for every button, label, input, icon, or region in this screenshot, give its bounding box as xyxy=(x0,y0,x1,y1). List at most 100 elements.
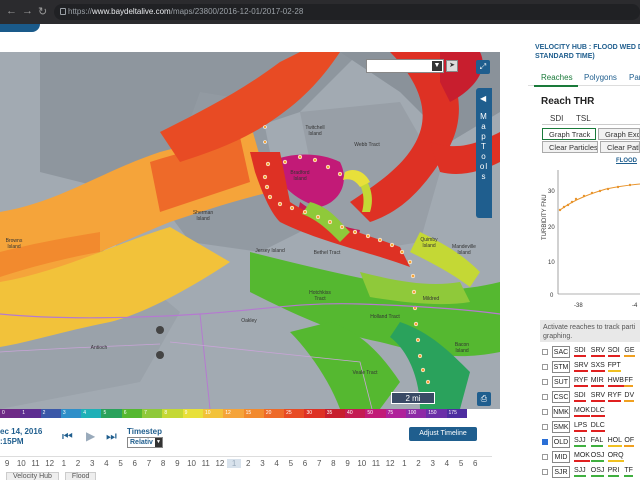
reach-sub-station[interactable]: MOK xyxy=(574,407,590,417)
forward-icon[interactable]: → xyxy=(22,5,33,17)
reach-sub-station[interactable]: DV xyxy=(624,392,635,402)
reach-code[interactable]: SMK xyxy=(552,421,570,433)
play-icon[interactable]: ▶ xyxy=(86,429,95,443)
reach-checkbox[interactable] xyxy=(542,439,548,445)
reach-checkbox[interactable] xyxy=(542,349,548,355)
reach-code[interactable]: OLD xyxy=(552,436,570,448)
timeline-tick[interactable]: 1 xyxy=(227,459,242,468)
reach-sub-station[interactable]: FPT xyxy=(607,362,621,372)
skip-back-icon[interactable]: ⏮ xyxy=(62,429,73,444)
map-select-go-button[interactable]: ➤ xyxy=(446,60,458,72)
timeline-tick[interactable]: 6 xyxy=(468,459,482,468)
reach-sub-station[interactable]: SRV xyxy=(590,347,606,357)
reach-sub-station[interactable]: SXS xyxy=(590,362,605,372)
reach-sub-station[interactable]: SRV xyxy=(574,362,589,372)
reach-sub-station[interactable]: SDI xyxy=(574,392,586,402)
timeline-tick[interactable]: 5 xyxy=(454,459,468,468)
reach-sub-station[interactable]: PRI xyxy=(607,467,620,477)
timeline-tick[interactable]: 7 xyxy=(142,459,156,468)
reach-sub-station[interactable]: ORQ xyxy=(607,452,624,462)
tab-flood[interactable]: Flood xyxy=(64,472,97,480)
clear-paths-button[interactable]: Clear Path xyxy=(600,141,640,153)
reach-sub-station[interactable]: SJJ xyxy=(574,437,586,447)
reach-sub-station[interactable]: HWB xyxy=(607,377,624,387)
chevron-down-icon[interactable]: ▼ xyxy=(432,61,442,71)
map-canvas[interactable] xyxy=(0,52,500,409)
timeline-tick[interactable]: 12 xyxy=(43,459,57,468)
timeline-tick[interactable]: 3 xyxy=(85,459,99,468)
reach-sub-station[interactable]: OF xyxy=(624,437,635,447)
tab-velocity-hub[interactable]: Velocity Hub xyxy=(6,472,59,480)
reach-sub-station[interactable]: DLC xyxy=(590,422,605,432)
timeline-tick[interactable]: 4 xyxy=(99,459,113,468)
timeline-tick[interactable]: 10 xyxy=(14,459,28,468)
timeline-tick[interactable]: 8 xyxy=(156,459,170,468)
reach-checkbox[interactable] xyxy=(542,409,548,415)
timeline-tick[interactable]: 5 xyxy=(284,459,298,468)
timeline-tick[interactable]: 11 xyxy=(28,459,42,468)
reach-sub-station[interactable]: SJJ xyxy=(574,467,586,477)
timeline-tick[interactable]: 2 xyxy=(411,459,425,468)
timeline-tick[interactable]: 10 xyxy=(355,459,369,468)
reach-code[interactable]: STM xyxy=(552,361,570,373)
reach-code[interactable]: SUT xyxy=(552,376,570,388)
timeline-tick[interactable]: 3 xyxy=(255,459,269,468)
reach-checkbox[interactable] xyxy=(542,454,548,460)
timeline-tick[interactable]: 12 xyxy=(213,459,227,468)
tab-polygons[interactable]: Polygons xyxy=(584,73,617,82)
reach-sub-station[interactable]: SOI xyxy=(607,347,620,357)
timeline-tick[interactable]: 3 xyxy=(426,459,440,468)
url-bar[interactable]: https://www.baydeltalive.com/maps/23800/… xyxy=(54,4,640,20)
sub-tab-sdi[interactable]: SDI xyxy=(550,114,563,123)
reach-code[interactable]: CSC xyxy=(552,391,570,403)
timeline-tick[interactable]: 6 xyxy=(128,459,142,468)
print-button[interactable]: ⎙ xyxy=(477,392,491,406)
sub-tab-tsl[interactable]: TSL xyxy=(576,114,591,123)
reach-code[interactable]: MID xyxy=(552,451,570,463)
reach-checkbox[interactable] xyxy=(542,424,548,430)
tab-parameters[interactable]: Para xyxy=(629,73,640,82)
reach-sub-station[interactable]: GE xyxy=(624,347,635,357)
timestep-select[interactable]: Relativ ▼ xyxy=(127,437,163,448)
timeline-tick[interactable]: 6 xyxy=(298,459,312,468)
reach-sub-station[interactable]: OSJ xyxy=(590,467,605,477)
reach-checkbox[interactable] xyxy=(542,379,548,385)
graph-exceed-button[interactable]: Graph Excee xyxy=(598,128,640,140)
reach-sub-station[interactable]: SDI xyxy=(574,347,586,357)
reach-code[interactable]: NMK xyxy=(552,406,570,418)
timeline-tick[interactable]: 2 xyxy=(241,459,255,468)
reach-sub-station[interactable]: OSJ xyxy=(590,452,605,462)
map-view[interactable]: Twitchell Island Sherman Island Bradford… xyxy=(0,52,500,409)
map-layer-select[interactable]: ▼ xyxy=(366,59,444,73)
reach-sub-station[interactable]: RYF xyxy=(607,392,622,402)
skip-forward-icon[interactable]: ⏭ xyxy=(106,429,117,444)
timeline-tick[interactable]: 7 xyxy=(312,459,326,468)
reach-sub-station[interactable]: LPS xyxy=(574,422,588,432)
timeline-tick[interactable]: 5 xyxy=(114,459,128,468)
back-icon[interactable]: ← xyxy=(6,5,17,17)
timeline-tick[interactable]: 2 xyxy=(71,459,85,468)
timeline-tick[interactable]: 1 xyxy=(397,459,411,468)
reach-sub-station[interactable]: SRV xyxy=(590,392,606,402)
graph-track-button[interactable]: Graph Track xyxy=(542,128,596,140)
reach-sub-station[interactable]: MOK xyxy=(574,452,590,462)
reach-code[interactable]: SAC xyxy=(552,346,570,358)
reach-sub-station[interactable]: FAL xyxy=(590,437,604,447)
reach-sub-station[interactable]: RYF xyxy=(574,377,588,387)
reach-sub-station[interactable]: FF xyxy=(624,377,633,387)
timeline-tick[interactable]: 9 xyxy=(341,459,355,468)
reach-checkbox[interactable] xyxy=(542,364,548,370)
timeline-tick[interactable]: 11 xyxy=(199,459,213,468)
map-tools-tab[interactable]: ◀ Map Tools xyxy=(476,88,492,218)
timeline-tick[interactable]: 4 xyxy=(270,459,284,468)
reach-sub-station[interactable]: MIR xyxy=(590,377,604,387)
timeline-tick[interactable]: 9 xyxy=(0,459,14,468)
timeline-tick[interactable]: 1 xyxy=(57,459,71,468)
expand-button[interactable]: ⤢ xyxy=(476,60,490,74)
reach-sub-station[interactable]: DLC xyxy=(590,407,605,417)
reach-checkbox[interactable] xyxy=(542,469,548,475)
adjust-timeline-button[interactable]: Adjust Timeline xyxy=(409,427,477,441)
timeline-tick[interactable]: 4 xyxy=(440,459,454,468)
timeline-tick[interactable]: 10 xyxy=(184,459,198,468)
tab-reaches[interactable]: Reaches xyxy=(541,73,573,82)
